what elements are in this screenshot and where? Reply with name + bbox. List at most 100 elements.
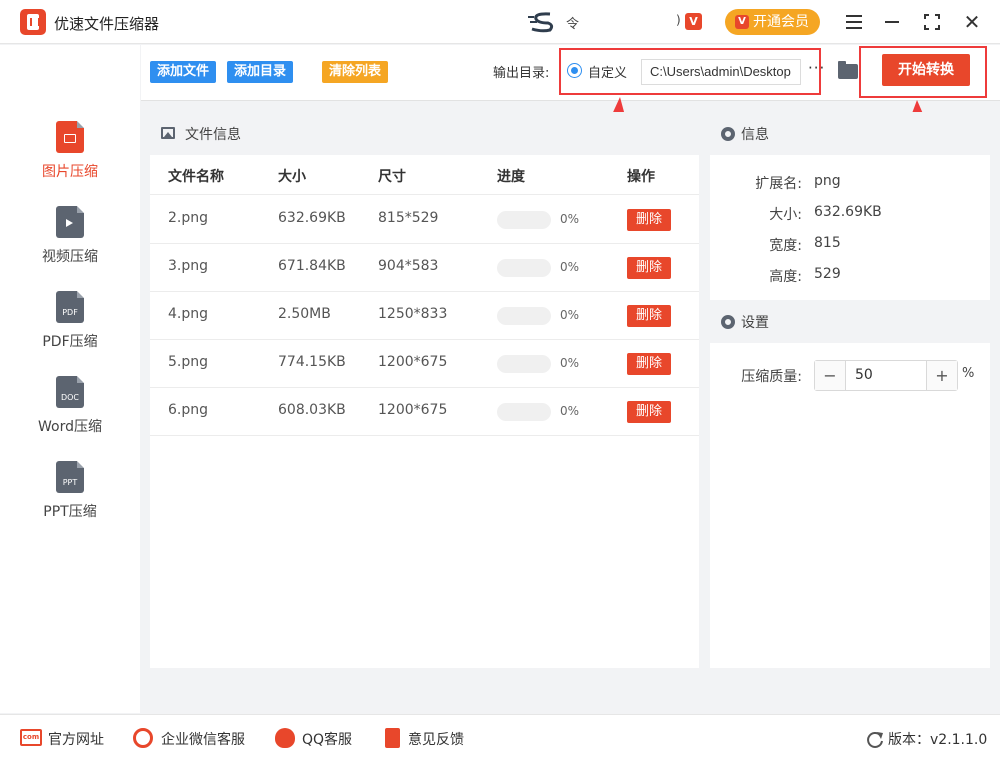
delete-button[interactable]: 删除	[627, 401, 671, 423]
annotation-box-2	[859, 46, 987, 98]
quality-increase-button[interactable]: +	[926, 361, 957, 390]
app-logo-icon	[20, 9, 46, 35]
qq-service-link[interactable]: QQ客服	[302, 729, 352, 749]
progress-percent: 0%	[560, 308, 580, 322]
sidebar-item-word[interactable]: DOC Word压缩	[0, 376, 140, 456]
footer: com 官方网址 企业微信客服 QQ客服 意见反馈 版本：v2.1.1.0	[0, 714, 1000, 760]
ppt-file-icon: PPT	[56, 461, 84, 493]
quality-value[interactable]: 50	[855, 367, 873, 383]
progress-bar	[497, 403, 551, 421]
delete-button[interactable]: 删除	[627, 353, 671, 375]
file-size: 608.03KB	[278, 402, 346, 418]
brand-s-icon	[528, 12, 554, 33]
info-title: 信息	[741, 127, 769, 143]
app-title: 优速文件压缩器	[54, 15, 160, 33]
size-label: 大小:	[769, 207, 802, 223]
title-bar: 优速文件压缩器 令 ) V V 开通会员 ✕	[0, 0, 1000, 44]
file-size: 632.69KB	[278, 210, 346, 226]
table-row: 3.png 671.84KB 904*583 0% 删除	[150, 244, 699, 292]
info-panel: 信息 扩展名: png 大小: 632.69KB 宽度: 815 高度: 529…	[710, 112, 990, 668]
header-size: 大小	[278, 169, 306, 185]
size-value: 632.69KB	[814, 204, 882, 220]
file-name: 3.png	[168, 258, 209, 274]
quality-stepper: − 50 +	[814, 360, 958, 391]
table-row: 4.png 2.50MB 1250*833 0% 删除	[150, 292, 699, 340]
sidebar-item-image[interactable]: 图片压缩	[0, 121, 140, 201]
version-text: 版本：v2.1.1.0	[888, 732, 988, 748]
doc-file-icon: DOC	[56, 376, 84, 408]
file-dimension: 904*583	[378, 258, 439, 274]
table-row: 5.png 774.15KB 1200*675 0% 删除	[150, 340, 699, 388]
file-size: 671.84KB	[278, 258, 346, 274]
clear-list-button[interactable]: 清除列表	[322, 61, 389, 83]
pdf-file-icon: PDF	[56, 291, 84, 323]
feedback-icon	[385, 728, 400, 748]
delete-button[interactable]: 删除	[627, 257, 671, 279]
gear-icon	[721, 127, 735, 141]
progress-bar	[497, 259, 551, 277]
gear-icon	[721, 315, 735, 329]
progress-percent: 0%	[560, 260, 580, 274]
website-icon: com	[20, 729, 42, 746]
menu-icon[interactable]	[842, 10, 866, 34]
width-value: 815	[814, 235, 841, 251]
file-dimension: 1200*675	[378, 402, 448, 418]
center-text: 令	[566, 17, 580, 32]
file-name: 4.png	[168, 306, 209, 322]
file-size: 2.50MB	[278, 306, 331, 322]
progress-percent: 0%	[560, 212, 580, 226]
sidebar-item-pdf[interactable]: PDF PDF压缩	[0, 291, 140, 371]
height-value: 529	[814, 266, 841, 282]
vip-button[interactable]: V 开通会员	[725, 9, 820, 35]
add-file-button[interactable]: 添加文件	[150, 61, 217, 83]
settings-header: 设置	[710, 300, 990, 343]
file-dimension: 815*529	[378, 210, 439, 226]
header-action: 操作	[627, 169, 655, 185]
folder-icon[interactable]	[838, 61, 858, 79]
file-info-panel: 文件信息 文件名称 大小 尺寸 进度 操作 2.png 632.69KB 815*5…	[150, 112, 699, 668]
file-size: 774.15KB	[278, 354, 346, 370]
progress-percent: 0%	[560, 356, 580, 370]
quality-decrease-button[interactable]: −	[815, 361, 846, 390]
website-link[interactable]: 官方网址	[48, 729, 104, 749]
file-info-header: 文件信息	[150, 112, 699, 155]
delete-button[interactable]: 删除	[627, 305, 671, 327]
maximize-icon[interactable]	[920, 10, 944, 34]
sidebar-item-ppt[interactable]: PPT PPT压缩	[0, 461, 140, 541]
sidebar: 图片压缩 视频压缩 PDF PDF压缩 DOC Word压缩 PPT PPT压缩	[0, 45, 140, 713]
file-name: 2.png	[168, 210, 209, 226]
width-label: 宽度:	[769, 238, 802, 254]
progress-bar	[497, 307, 551, 325]
header-progress: 进度	[497, 169, 525, 185]
table-row: 6.png 608.03KB 1200*675 0% 删除	[150, 388, 699, 436]
image-icon	[161, 127, 175, 139]
delete-button[interactable]: 删除	[627, 209, 671, 231]
file-dimension: 1200*675	[378, 354, 448, 370]
file-name: 5.png	[168, 354, 209, 370]
minimize-icon[interactable]	[880, 10, 904, 34]
height-label: 高度:	[769, 269, 802, 285]
close-icon[interactable]: ✕	[960, 10, 984, 34]
add-directory-button[interactable]: 添加目录	[227, 61, 294, 83]
settings-title: 设置	[741, 315, 769, 331]
table-row: 2.png 632.69KB 815*529 0% 删除	[150, 196, 699, 244]
header-name: 文件名称	[168, 169, 224, 185]
sidebar-item-video[interactable]: 视频压缩	[0, 206, 140, 286]
file-name: 6.png	[168, 402, 209, 418]
feedback-link[interactable]: 意见反馈	[408, 729, 464, 749]
info-header: 信息	[710, 112, 990, 155]
badge-icon[interactable]: ) V	[676, 13, 702, 31]
quality-label: 压缩质量:	[741, 369, 802, 385]
quality-unit: %	[962, 366, 975, 381]
annotation-box-1	[559, 48, 821, 95]
header-dimension: 尺寸	[378, 169, 406, 185]
video-file-icon	[56, 206, 84, 238]
table-header: 文件名称 大小 尺寸 进度 操作	[150, 155, 699, 195]
refresh-icon[interactable]	[865, 730, 885, 750]
output-dir-label: 输出目录:	[493, 66, 550, 81]
file-dimension: 1250*833	[378, 306, 448, 322]
wechat-service-link[interactable]: 企业微信客服	[161, 729, 245, 749]
progress-percent: 0%	[560, 404, 580, 418]
wechat-icon	[133, 728, 153, 748]
progress-bar	[497, 355, 551, 373]
